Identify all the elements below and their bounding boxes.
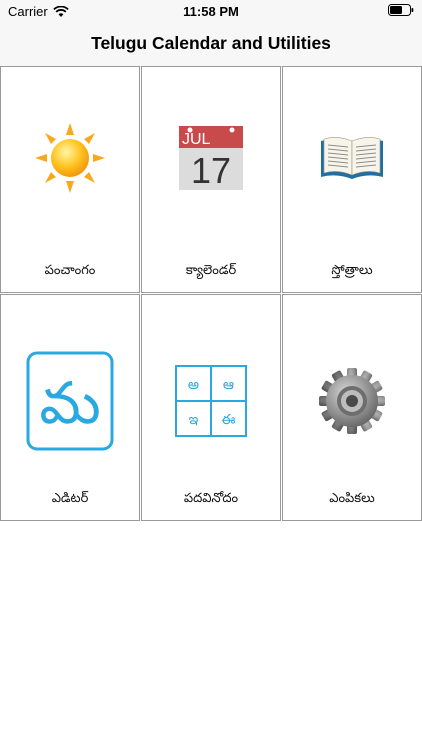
tile-grid: పంచాంగం JUL 17 క్యాలెండర్ స్తోత్రాలు మ ఎ…	[0, 66, 422, 521]
letter-glyph: మ	[39, 369, 100, 437]
sun-icon	[1, 121, 139, 195]
page-title: Telugu Calendar and Utilities	[91, 33, 331, 53]
tile-options[interactable]: ఎంపికలు	[282, 294, 422, 521]
calendar-month-text: JUL	[182, 131, 211, 148]
puzzle-glyph: అ	[188, 377, 199, 393]
tile-padavinodam[interactable]: అ ఆ ఇ ఈ పదవినోదం	[141, 294, 281, 521]
tile-stotras[interactable]: స్తోత్రాలు	[282, 66, 422, 293]
telugu-letter-icon: మ	[1, 349, 139, 453]
book-icon	[283, 121, 421, 195]
status-time: 11:58 PM	[183, 4, 239, 19]
word-puzzle-icon: అ ఆ ఇ ఈ	[142, 349, 280, 453]
battery-icon	[388, 4, 414, 16]
tile-label: క్యాలెండర్	[185, 263, 237, 278]
gear-icon	[283, 349, 421, 453]
tile-calendar[interactable]: JUL 17 క్యాలెండర్	[141, 66, 281, 293]
tile-editor[interactable]: మ ఎడిటర్	[0, 294, 140, 521]
tile-label: పదవినోదం	[183, 491, 239, 506]
puzzle-glyph: ఆ	[223, 377, 234, 393]
tile-label: ఎంపికలు	[329, 491, 375, 506]
calendar-day-text: 17	[191, 150, 231, 191]
status-right	[388, 4, 414, 19]
status-bar: Carrier 11:58 PM	[0, 0, 422, 22]
calendar-icon: JUL 17	[142, 121, 280, 195]
tile-label: ఎడిటర్	[51, 491, 89, 506]
navigation-bar: Telugu Calendar and Utilities	[0, 22, 422, 67]
tile-panchangam[interactable]: పంచాంగం	[0, 66, 140, 293]
puzzle-glyph: ఇ	[189, 412, 199, 428]
puzzle-glyph: ఈ	[222, 412, 236, 428]
tile-label: స్తోత్రాలు	[331, 263, 373, 278]
tile-label: పంచాంగం	[44, 263, 96, 278]
